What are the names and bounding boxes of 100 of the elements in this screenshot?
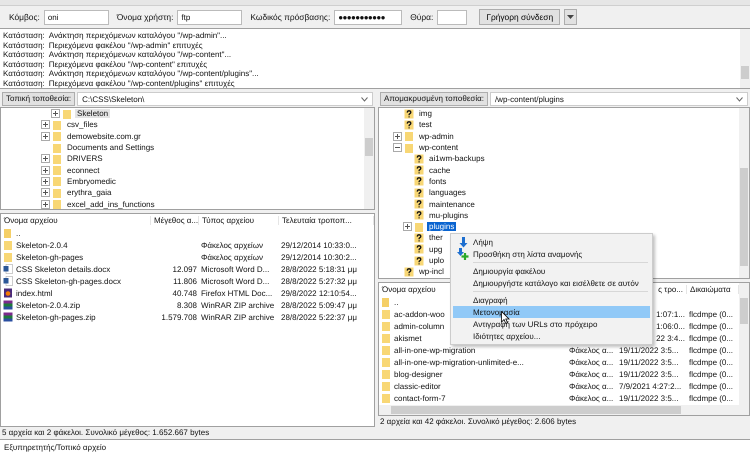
tree-item[interactable]: csv_files <box>65 120 100 130</box>
file-name[interactable]: Skeleton-gh-pages.zip <box>16 312 96 322</box>
tree-item[interactable]: Documents and Settings <box>65 143 156 152</box>
horizontal-scrollbar[interactable] <box>379 405 749 415</box>
file-name[interactable]: CSS Skeleton details.docx <box>16 264 110 274</box>
menu-item[interactable]: Δημιουργία φακέλου <box>453 265 650 277</box>
folder-icon <box>52 165 62 176</box>
expand-icon[interactable] <box>393 132 402 141</box>
column-header[interactable]: Μέγεθος α... <box>151 216 199 225</box>
file-size: 1.579.708 <box>161 312 197 322</box>
collapse-icon[interactable] <box>393 143 402 152</box>
input-field[interactable]: ●●●●●●●●●●● <box>334 10 402 24</box>
folder-icon <box>404 131 414 142</box>
expand-icon[interactable] <box>403 222 412 232</box>
expand-icon[interactable] <box>41 154 50 164</box>
archive-icon <box>3 300 13 310</box>
input-field[interactable]: ftp <box>177 10 242 24</box>
expand-icon[interactable] <box>41 132 50 141</box>
tree-item[interactable]: test <box>417 120 434 130</box>
file-date: 28/8/2022 5:22:37 μμ <box>281 312 357 322</box>
path-field[interactable]: /wp-content/plugins <box>490 92 748 106</box>
menu-item[interactable]: Ιδιότητες αρχείου... <box>453 330 650 342</box>
file-name[interactable]: contact-form-7 <box>394 394 446 402</box>
file-name[interactable]: .. <box>394 298 398 306</box>
file-date: 28/8/2022 5:27:32 μμ <box>281 276 357 286</box>
scrollbar[interactable] <box>739 283 749 405</box>
file-permissions: flcdmpe (0... <box>689 322 734 330</box>
tree-item[interactable]: econnect <box>65 166 102 175</box>
tree-item[interactable]: plugins <box>427 222 456 232</box>
file-name[interactable]: akismet <box>394 334 422 342</box>
expand-icon[interactable] <box>41 188 50 198</box>
chevron-down-icon[interactable] <box>736 96 743 102</box>
file-name[interactable]: Skeleton-2.0.4 <box>16 240 68 250</box>
column-header[interactable]: Όνομα αρχείου <box>1 216 151 225</box>
tree-item[interactable]: DRIVERS <box>65 154 105 164</box>
tree-item[interactable]: languages <box>427 188 468 198</box>
file-name[interactable]: .. <box>16 228 20 238</box>
expand-icon[interactable] <box>41 200 50 209</box>
menu-item[interactable]: Δημιουργήστε κατάλογο και εισέλθετε σε αυτόν <box>453 277 650 289</box>
expand-icon[interactable] <box>41 176 50 186</box>
tree-item[interactable]: ther <box>427 233 445 242</box>
tree-item[interactable]: fonts <box>427 176 448 186</box>
file-name[interactable]: Skeleton-2.0.4.zip <box>16 300 80 310</box>
expand-icon[interactable] <box>51 109 60 118</box>
file-name[interactable]: Skeleton-gh-pages <box>16 252 84 262</box>
tree-item[interactable]: img <box>417 109 434 118</box>
scrollbar[interactable] <box>740 29 750 88</box>
file-permissions: flcdmpe (0... <box>689 334 734 342</box>
file-type: Φάκελος α... <box>569 394 614 402</box>
file-name[interactable]: classic-editor <box>394 382 441 390</box>
path-field[interactable]: C:\CSS\Skeleton\ <box>77 92 373 106</box>
menu-item[interactable]: Προσθήκη στη λίστα αναμονής <box>453 248 650 260</box>
file-name[interactable]: CSS Skeleton-gh-pages.docx <box>16 276 121 286</box>
menu-item[interactable]: Αντιγραφή των URLs στο πρόχειρο <box>453 318 650 330</box>
chevron-down-icon[interactable] <box>361 96 368 102</box>
tree-item[interactable]: wp-content <box>417 143 460 152</box>
tree-item[interactable]: wp-incl <box>417 267 446 276</box>
scrollbar[interactable] <box>364 108 374 209</box>
menu-item[interactable]: Διαγραφή <box>453 294 650 306</box>
tree-item[interactable]: erythra_gaia <box>65 188 114 198</box>
menu-item[interactable]: Λήψη <box>453 236 650 248</box>
file-date: 28/8/2022 5:18:31 μμ <box>281 264 357 274</box>
tree-item[interactable]: excel_add_ins_functions <box>65 200 157 209</box>
dropdown-button[interactable] <box>564 9 578 25</box>
file-name[interactable]: ac-addon-woo <box>394 310 445 318</box>
column-header[interactable]: Τελευταία τροποπ... <box>279 216 374 225</box>
tree-item[interactable]: demowebsite.com.gr <box>65 132 143 141</box>
file-type: Φάκελος α... <box>569 370 614 378</box>
folder-icon <box>52 131 62 142</box>
file-permissions: flcdmpe (0... <box>689 346 734 354</box>
input-field[interactable] <box>437 10 468 24</box>
file-name[interactable]: blog-designer <box>394 370 442 378</box>
file-date: 19/11/2022 3:5... <box>619 370 678 378</box>
location-label: Τοπική τοποθεσία: <box>2 92 76 106</box>
tree-item[interactable]: upg <box>427 244 444 254</box>
question-folder-icon <box>414 165 424 176</box>
quickconnect-button[interactable]: Γρήγορη σύνδεση <box>479 9 560 25</box>
file-name[interactable]: all-in-one-wp-migration <box>394 346 476 354</box>
tree-item[interactable]: uplo <box>427 256 446 265</box>
column-header[interactable]: Εξυπηρετητής/Τοπικό αρχείο <box>4 443 106 452</box>
folder-icon <box>52 188 62 198</box>
file-name[interactable]: admin-column <box>394 322 444 330</box>
file-date: 28/8/2022 5:09:47 μμ <box>281 300 357 310</box>
tree-item[interactable]: mu-plugins <box>427 210 470 220</box>
input-field[interactable]: oni <box>44 10 109 24</box>
expand-icon[interactable] <box>41 166 50 175</box>
tree-item[interactable]: cache <box>427 166 452 175</box>
tree-item[interactable]: wp-admin <box>417 132 456 141</box>
log-message: Περιεχόμενα φακέλου "/wp-content/plugins" επιτυχές <box>48 78 235 88</box>
file-name[interactable]: index.html <box>16 288 52 298</box>
column-header[interactable]: Τύπος αρχείου <box>199 216 279 225</box>
document-icon <box>3 264 13 274</box>
file-name[interactable]: all-in-one-wp-migration-unlimited-e... <box>394 358 524 366</box>
file-date: 7/9/2021 4:27:2... <box>619 382 682 390</box>
tree-item[interactable]: maintenance <box>427 200 477 209</box>
scrollbar[interactable] <box>739 108 749 278</box>
tree-item[interactable]: Embryomedic <box>65 176 118 186</box>
file-permissions: flcdmpe (0... <box>689 310 734 318</box>
tree-item[interactable]: ai1wm-backups <box>427 154 487 164</box>
expand-icon[interactable] <box>41 120 50 130</box>
